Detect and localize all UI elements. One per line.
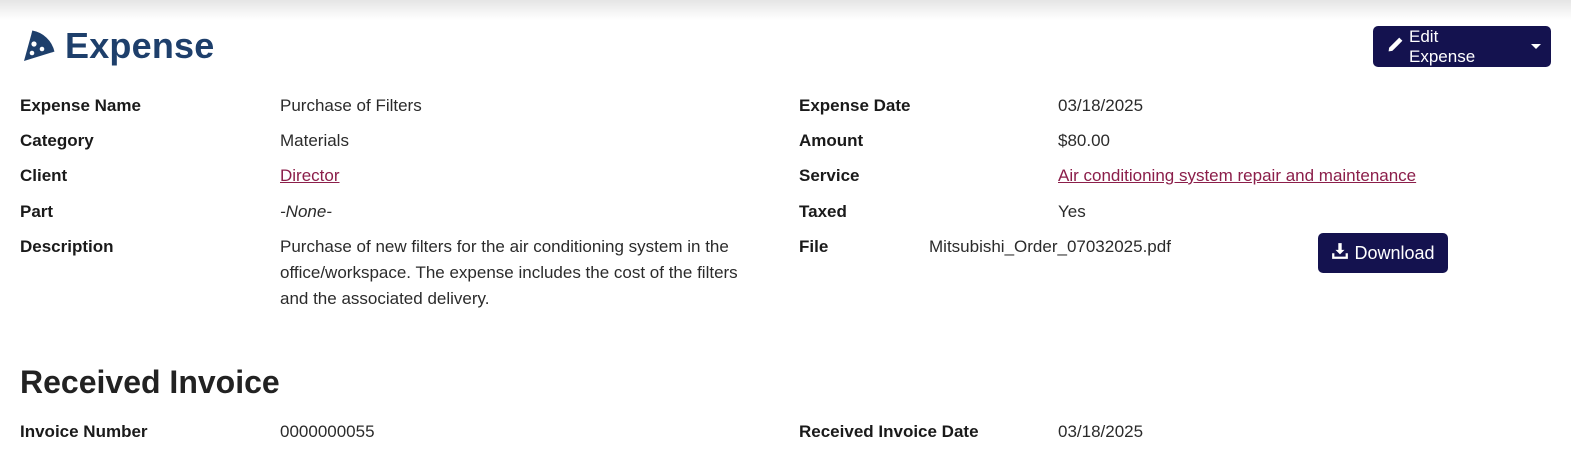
expense-name-label: Expense Name (20, 96, 141, 115)
client-label: Client (20, 166, 68, 185)
expense-name-value: Purchase of Filters (280, 96, 422, 115)
edit-expense-dropdown-toggle[interactable] (1521, 26, 1551, 67)
edit-expense-button[interactable]: Edit Expense (1373, 26, 1521, 67)
edit-expense-button-group: Edit Expense (1373, 26, 1551, 67)
pencil-icon (1387, 36, 1409, 58)
amount-value: $80.00 (1058, 131, 1110, 150)
header-shadow (0, 0, 1571, 20)
pizza-slice-icon (20, 28, 56, 64)
expense-date-value: 03/18/2025 (1058, 96, 1144, 115)
service-label: Service (799, 166, 860, 185)
file-label: File (799, 237, 829, 256)
taxed-value: Yes (1058, 202, 1086, 221)
download-button[interactable]: Download (1318, 233, 1448, 273)
received-invoice-date-value: 03/18/2025 (1058, 422, 1144, 441)
received-invoice-date-label: Received Invoice Date (799, 422, 979, 441)
edit-expense-label: Edit Expense (1409, 26, 1476, 66)
amount-label: Amount (799, 131, 864, 150)
file-name: Mitsubishi_Order_07032025.pdf (929, 237, 1171, 256)
part-value: -None- (280, 202, 332, 221)
category-label: Category (20, 131, 94, 150)
invoice-number-value: 0000000055 (280, 422, 375, 441)
client-link[interactable]: Director (280, 163, 340, 189)
part-label: Part (20, 202, 54, 221)
page-header: Expense (20, 24, 214, 68)
download-label: Download (1354, 242, 1435, 263)
download-icon (1331, 242, 1354, 265)
expense-date-label: Expense Date (799, 96, 911, 115)
service-link[interactable]: Air conditioning system repair and maint… (1058, 163, 1416, 189)
description-label: Description (20, 237, 114, 256)
caret-down-icon (1531, 44, 1541, 49)
category-value: Materials (280, 131, 349, 150)
received-invoice-heading: Received Invoice (20, 364, 280, 400)
taxed-label: Taxed (799, 202, 847, 221)
description-value: Purchase of new filters for the air cond… (280, 237, 738, 308)
invoice-number-label: Invoice Number (20, 422, 148, 441)
page-title: Expense (65, 25, 215, 66)
